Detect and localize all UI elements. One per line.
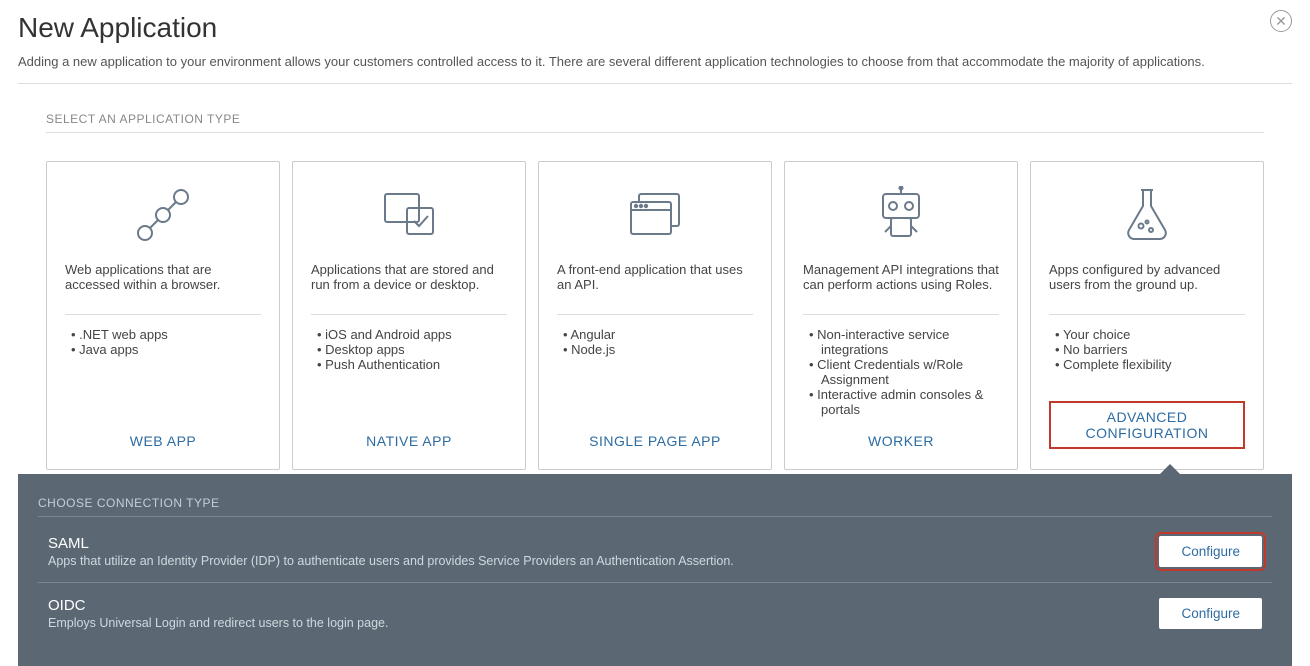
- card-web-app[interactable]: Web applications that are accessed withi…: [46, 161, 280, 470]
- card-native-app[interactable]: Applications that are stored and run fro…: [292, 161, 526, 470]
- bullet: Your choice: [1067, 327, 1245, 342]
- nodes-icon: [133, 186, 193, 244]
- device-check-icon: [379, 186, 439, 244]
- connection-description: Apps that utilize an Identity Provider (…: [48, 554, 734, 568]
- bullet: Client Credentials w/Role Assignment: [821, 357, 999, 387]
- divider: [18, 83, 1292, 84]
- bullet: Non-interactive service integrations: [821, 327, 999, 357]
- card-divider: [803, 314, 999, 315]
- close-icon: ✕: [1275, 14, 1287, 28]
- connection-row-oidc: OIDC Employs Universal Login and redirec…: [38, 583, 1272, 644]
- card-title-web-app: WEB APP: [130, 433, 197, 449]
- panel-arrow-icon: [1158, 464, 1182, 476]
- card-description: Web applications that are accessed withi…: [65, 262, 261, 300]
- card-bullets: Angular Node.js: [557, 327, 753, 417]
- card-title-spa: SINGLE PAGE APP: [589, 433, 721, 449]
- close-button[interactable]: ✕: [1270, 10, 1292, 32]
- card-title-worker: WORKER: [868, 433, 934, 449]
- page-header: New Application Adding a new application…: [0, 0, 1310, 83]
- connection-panel: CHOOSE CONNECTION TYPE SAML Apps that ut…: [18, 474, 1292, 666]
- bullet: iOS and Android apps: [329, 327, 507, 342]
- card-description: Management API integrations that can per…: [803, 262, 999, 300]
- app-type-cards: Web applications that are accessed withi…: [0, 143, 1310, 470]
- card-title-native-app: NATIVE APP: [366, 433, 452, 449]
- connection-text: SAML Apps that utilize an Identity Provi…: [48, 535, 734, 568]
- bullet: No barriers: [1067, 342, 1245, 357]
- connection-description: Employs Universal Login and redirect use…: [48, 616, 388, 630]
- bullet: Complete flexibility: [1067, 357, 1245, 372]
- bullet: .NET web apps: [83, 327, 261, 342]
- card-bullets: Non-interactive service integrations Cli…: [803, 327, 999, 417]
- connection-row-saml: SAML Apps that utilize an Identity Provi…: [38, 521, 1272, 583]
- bullet: Interactive admin consoles & portals: [821, 387, 999, 417]
- card-single-page-app[interactable]: A front-end application that uses an API…: [538, 161, 772, 470]
- card-bullets: iOS and Android apps Desktop apps Push A…: [311, 327, 507, 417]
- card-divider: [311, 314, 507, 315]
- bullet: Push Authentication: [329, 357, 507, 372]
- card-title-advanced: ADVANCED CONFIGURATION: [1049, 401, 1245, 449]
- connection-title: SAML: [48, 535, 734, 552]
- panel-label: CHOOSE CONNECTION TYPE: [38, 496, 1272, 517]
- bullet: Node.js: [575, 342, 753, 357]
- card-bullets: Your choice No barriers Complete flexibi…: [1049, 327, 1245, 385]
- bullet: Angular: [575, 327, 753, 342]
- card-advanced-configuration[interactable]: Apps configured by advanced users from t…: [1030, 161, 1264, 470]
- browser-windows-icon: [625, 186, 685, 244]
- flask-icon: [1119, 186, 1175, 244]
- bullet: Desktop apps: [329, 342, 507, 357]
- card-bullets: .NET web apps Java apps: [65, 327, 261, 417]
- card-divider: [557, 314, 753, 315]
- bullet: Java apps: [83, 342, 261, 357]
- card-description: Apps configured by advanced users from t…: [1049, 262, 1245, 300]
- connection-panel-wrap: CHOOSE CONNECTION TYPE SAML Apps that ut…: [18, 474, 1292, 666]
- card-divider: [1049, 314, 1245, 315]
- section-label: SELECT AN APPLICATION TYPE: [46, 112, 1264, 133]
- robot-icon: [871, 186, 931, 244]
- card-description: A front-end application that uses an API…: [557, 262, 753, 300]
- card-worker[interactable]: Management API integrations that can per…: [784, 161, 1018, 470]
- configure-oidc-button[interactable]: Configure: [1159, 598, 1262, 629]
- connection-text: OIDC Employs Universal Login and redirec…: [48, 597, 388, 630]
- configure-saml-button[interactable]: Configure: [1159, 536, 1262, 567]
- card-divider: [65, 314, 261, 315]
- page-title: New Application: [18, 12, 1292, 44]
- card-description: Applications that are stored and run fro…: [311, 262, 507, 300]
- page-subtitle: Adding a new application to your environ…: [18, 54, 1292, 69]
